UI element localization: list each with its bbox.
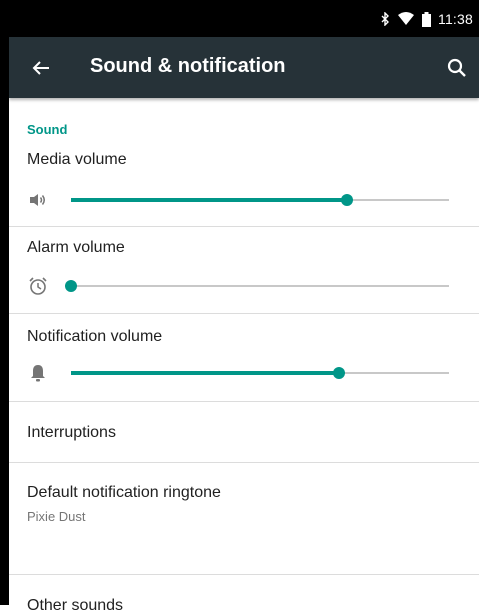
other-sounds-item[interactable]: Other sounds bbox=[9, 575, 479, 614]
app-bar: Sound & notification bbox=[9, 37, 479, 98]
back-button[interactable] bbox=[30, 57, 52, 79]
slider-thumb[interactable] bbox=[333, 367, 346, 379]
speaker-icon bbox=[28, 190, 48, 210]
slider-thumb[interactable] bbox=[340, 194, 353, 206]
status-bar: 11:38 bbox=[9, 0, 479, 37]
settings-list: Sound Media volume Alarm volume Notifica… bbox=[9, 98, 479, 614]
slider-track bbox=[71, 285, 449, 287]
screen-border bbox=[0, 0, 9, 605]
media-volume-label: Media volume bbox=[27, 151, 127, 168]
arrow-back-icon bbox=[32, 61, 49, 75]
search-icon bbox=[447, 58, 466, 77]
other-sounds-title: Other sounds bbox=[27, 597, 124, 614]
alarm-volume-label: Alarm volume bbox=[27, 239, 125, 256]
alarm-clock-icon bbox=[28, 276, 48, 296]
alarm-volume-slider[interactable] bbox=[65, 279, 449, 293]
default-ringtone-item[interactable]: Default notification ringtone Pixie Dust bbox=[9, 463, 479, 575]
bluetooth-icon bbox=[381, 12, 389, 26]
default-ringtone-title: Default notification ringtone bbox=[27, 484, 221, 501]
notification-volume-label: Notification volume bbox=[27, 328, 163, 345]
status-time: 11:38 bbox=[438, 11, 473, 27]
section-header-sound: Sound bbox=[27, 122, 68, 137]
interruptions-title: Interruptions bbox=[27, 424, 116, 441]
page-title: Sound & notification bbox=[90, 55, 286, 77]
wifi-icon bbox=[398, 12, 414, 25]
search-button[interactable] bbox=[446, 57, 468, 79]
slider-fill bbox=[71, 371, 340, 375]
notification-volume-slider[interactable] bbox=[71, 366, 449, 380]
media-volume-slider[interactable] bbox=[71, 193, 449, 207]
slider-fill bbox=[71, 198, 347, 202]
battery-icon bbox=[422, 11, 431, 27]
bell-icon bbox=[28, 363, 48, 383]
default-ringtone-summary: Pixie Dust bbox=[27, 509, 86, 524]
slider-thumb[interactable] bbox=[65, 280, 77, 292]
divider bbox=[9, 313, 479, 314]
interruptions-item[interactable]: Interruptions bbox=[9, 402, 479, 462]
divider bbox=[9, 226, 479, 227]
